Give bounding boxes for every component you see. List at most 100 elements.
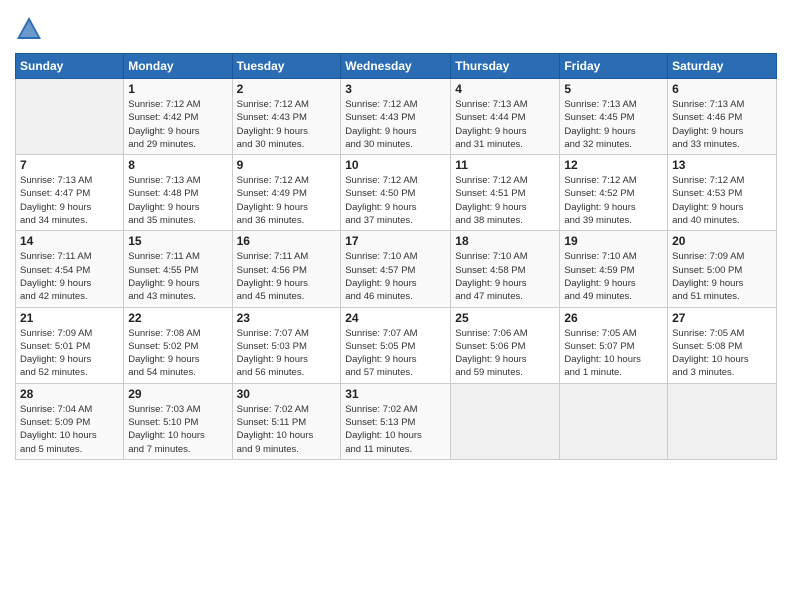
day-number: 22: [128, 311, 227, 325]
weekday-header-cell: Friday: [560, 54, 668, 79]
logo: [15, 15, 47, 43]
day-info: Sunrise: 7:05 AM Sunset: 5:08 PM Dayligh…: [672, 327, 772, 380]
calendar-cell: 10 Sunrise: 7:12 AM Sunset: 4:50 PM Dayli…: [341, 155, 451, 231]
weekday-header-cell: Thursday: [451, 54, 560, 79]
day-number: 26: [564, 311, 663, 325]
day-number: 29: [128, 387, 227, 401]
day-info: Sunrise: 7:09 AM Sunset: 5:00 PM Dayligh…: [672, 250, 772, 303]
calendar-body: 1 Sunrise: 7:12 AM Sunset: 4:42 PM Daylig…: [16, 79, 777, 460]
day-info: Sunrise: 7:12 AM Sunset: 4:52 PM Dayligh…: [564, 174, 663, 227]
day-number: 27: [672, 311, 772, 325]
day-number: 24: [345, 311, 446, 325]
day-number: 4: [455, 82, 555, 96]
day-info: Sunrise: 7:13 AM Sunset: 4:45 PM Dayligh…: [564, 98, 663, 151]
day-number: 13: [672, 158, 772, 172]
day-number: 30: [237, 387, 337, 401]
day-info: Sunrise: 7:11 AM Sunset: 4:54 PM Dayligh…: [20, 250, 119, 303]
day-number: 21: [20, 311, 119, 325]
calendar-cell: 29 Sunrise: 7:03 AM Sunset: 5:10 PM Dayli…: [124, 383, 232, 459]
weekday-header-cell: Sunday: [16, 54, 124, 79]
day-number: 23: [237, 311, 337, 325]
day-number: 28: [20, 387, 119, 401]
day-info: Sunrise: 7:13 AM Sunset: 4:46 PM Dayligh…: [672, 98, 772, 151]
day-number: 9: [237, 158, 337, 172]
calendar-cell: 27 Sunrise: 7:05 AM Sunset: 5:08 PM Dayli…: [668, 307, 777, 383]
day-number: 31: [345, 387, 446, 401]
calendar-cell: 24 Sunrise: 7:07 AM Sunset: 5:05 PM Dayli…: [341, 307, 451, 383]
page-container: SundayMondayTuesdayWednesdayThursdayFrid…: [0, 0, 792, 470]
calendar-cell: 8Sunrise: 7:13 AM Sunset: 4:48 PM Daylig…: [124, 155, 232, 231]
day-number: 5: [564, 82, 663, 96]
day-info: Sunrise: 7:03 AM Sunset: 5:10 PM Dayligh…: [128, 403, 227, 456]
day-info: Sunrise: 7:11 AM Sunset: 4:56 PM Dayligh…: [237, 250, 337, 303]
day-number: 10: [345, 158, 446, 172]
weekday-header-cell: Monday: [124, 54, 232, 79]
day-number: 14: [20, 234, 119, 248]
calendar-cell: 17Sunrise: 7:10 AM Sunset: 4:57 PM Dayli…: [341, 231, 451, 307]
day-info: Sunrise: 7:13 AM Sunset: 4:44 PM Dayligh…: [455, 98, 555, 151]
day-info: Sunrise: 7:12 AM Sunset: 4:43 PM Dayligh…: [345, 98, 446, 151]
calendar-week-row: 14 Sunrise: 7:11 AM Sunset: 4:54 PM Dayli…: [16, 231, 777, 307]
calendar-cell: [16, 79, 124, 155]
calendar-cell: 18Sunrise: 7:10 AM Sunset: 4:58 PM Dayli…: [451, 231, 560, 307]
calendar-week-row: 28Sunrise: 7:04 AM Sunset: 5:09 PM Dayli…: [16, 383, 777, 459]
day-info: Sunrise: 7:11 AM Sunset: 4:55 PM Dayligh…: [128, 250, 227, 303]
day-info: Sunrise: 7:12 AM Sunset: 4:42 PM Dayligh…: [128, 98, 227, 151]
day-info: Sunrise: 7:10 AM Sunset: 4:57 PM Dayligh…: [345, 250, 446, 303]
day-number: 3: [345, 82, 446, 96]
calendar-week-row: 21 Sunrise: 7:09 AM Sunset: 5:01 PM Dayli…: [16, 307, 777, 383]
calendar-cell: [451, 383, 560, 459]
day-number: 2: [237, 82, 337, 96]
calendar-cell: 20 Sunrise: 7:09 AM Sunset: 5:00 PM Dayli…: [668, 231, 777, 307]
calendar-cell: 13Sunrise: 7:12 AM Sunset: 4:53 PM Dayli…: [668, 155, 777, 231]
day-info: Sunrise: 7:12 AM Sunset: 4:50 PM Dayligh…: [345, 174, 446, 227]
calendar-cell: 1 Sunrise: 7:12 AM Sunset: 4:42 PM Daylig…: [124, 79, 232, 155]
page-header: [15, 15, 777, 43]
day-info: Sunrise: 7:05 AM Sunset: 5:07 PM Dayligh…: [564, 327, 663, 380]
calendar-cell: 9 Sunrise: 7:12 AM Sunset: 4:49 PM Daylig…: [232, 155, 341, 231]
weekday-header-cell: Wednesday: [341, 54, 451, 79]
calendar-cell: 31Sunrise: 7:02 AM Sunset: 5:13 PM Dayli…: [341, 383, 451, 459]
calendar-cell: 2Sunrise: 7:12 AM Sunset: 4:43 PM Daylig…: [232, 79, 341, 155]
calendar-cell: 28Sunrise: 7:04 AM Sunset: 5:09 PM Dayli…: [16, 383, 124, 459]
day-number: 20: [672, 234, 772, 248]
calendar-cell: 7Sunrise: 7:13 AM Sunset: 4:47 PM Daylig…: [16, 155, 124, 231]
calendar-week-row: 7Sunrise: 7:13 AM Sunset: 4:47 PM Daylig…: [16, 155, 777, 231]
calendar-cell: 21 Sunrise: 7:09 AM Sunset: 5:01 PM Dayli…: [16, 307, 124, 383]
day-number: 1: [128, 82, 227, 96]
calendar-cell: 11 Sunrise: 7:12 AM Sunset: 4:51 PM Dayli…: [451, 155, 560, 231]
calendar-cell: 14 Sunrise: 7:11 AM Sunset: 4:54 PM Dayli…: [16, 231, 124, 307]
calendar-cell: 5 Sunrise: 7:13 AM Sunset: 4:45 PM Daylig…: [560, 79, 668, 155]
weekday-header-row: SundayMondayTuesdayWednesdayThursdayFrid…: [16, 54, 777, 79]
calendar-cell: 3 Sunrise: 7:12 AM Sunset: 4:43 PM Daylig…: [341, 79, 451, 155]
logo-icon: [15, 15, 43, 43]
day-info: Sunrise: 7:07 AM Sunset: 5:05 PM Dayligh…: [345, 327, 446, 380]
day-info: Sunrise: 7:02 AM Sunset: 5:11 PM Dayligh…: [237, 403, 337, 456]
calendar-cell: 15 Sunrise: 7:11 AM Sunset: 4:55 PM Dayli…: [124, 231, 232, 307]
calendar-cell: 6 Sunrise: 7:13 AM Sunset: 4:46 PM Daylig…: [668, 79, 777, 155]
calendar-cell: 23 Sunrise: 7:07 AM Sunset: 5:03 PM Dayli…: [232, 307, 341, 383]
calendar-cell: 16 Sunrise: 7:11 AM Sunset: 4:56 PM Dayli…: [232, 231, 341, 307]
weekday-header-cell: Saturday: [668, 54, 777, 79]
calendar-cell: [668, 383, 777, 459]
calendar-cell: 22Sunrise: 7:08 AM Sunset: 5:02 PM Dayli…: [124, 307, 232, 383]
day-number: 19: [564, 234, 663, 248]
calendar-cell: 12 Sunrise: 7:12 AM Sunset: 4:52 PM Dayli…: [560, 155, 668, 231]
day-info: Sunrise: 7:07 AM Sunset: 5:03 PM Dayligh…: [237, 327, 337, 380]
day-number: 6: [672, 82, 772, 96]
day-info: Sunrise: 7:06 AM Sunset: 5:06 PM Dayligh…: [455, 327, 555, 380]
day-info: Sunrise: 7:10 AM Sunset: 4:59 PM Dayligh…: [564, 250, 663, 303]
day-number: 12: [564, 158, 663, 172]
day-info: Sunrise: 7:09 AM Sunset: 5:01 PM Dayligh…: [20, 327, 119, 380]
day-number: 7: [20, 158, 119, 172]
weekday-header-cell: Tuesday: [232, 54, 341, 79]
day-number: 16: [237, 234, 337, 248]
calendar-table: SundayMondayTuesdayWednesdayThursdayFrid…: [15, 53, 777, 460]
calendar-cell: [560, 383, 668, 459]
day-info: Sunrise: 7:12 AM Sunset: 4:51 PM Dayligh…: [455, 174, 555, 227]
day-info: Sunrise: 7:12 AM Sunset: 4:49 PM Dayligh…: [237, 174, 337, 227]
day-number: 8: [128, 158, 227, 172]
day-number: 15: [128, 234, 227, 248]
day-number: 11: [455, 158, 555, 172]
day-info: Sunrise: 7:10 AM Sunset: 4:58 PM Dayligh…: [455, 250, 555, 303]
